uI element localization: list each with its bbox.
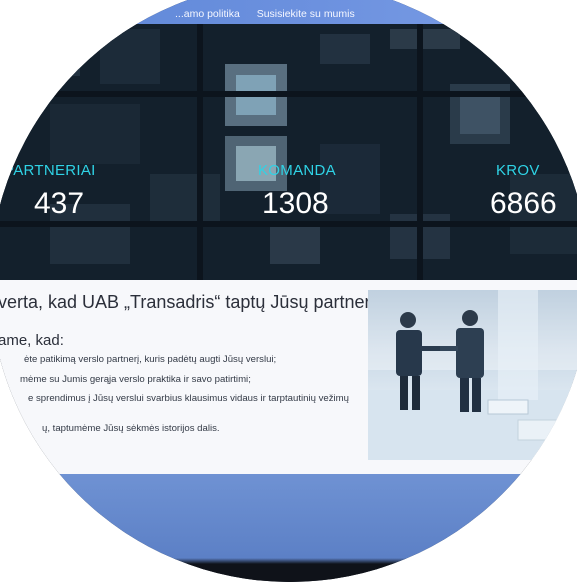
section-subhead: ame, kad: bbox=[0, 332, 64, 349]
nav-link-contact-us[interactable]: Susisiekite su mumis bbox=[257, 8, 355, 20]
stat-team-label: KOMANDA bbox=[258, 162, 336, 179]
stat-partners: PARTNERIAI 437 bbox=[4, 162, 96, 221]
benefit-line: ėte patikimą verslo partnerį, kuris padė… bbox=[24, 354, 277, 365]
city-aerial-image bbox=[0, 24, 577, 280]
stat-team-value: 1308 bbox=[262, 187, 329, 220]
nav-link-privacy-policy[interactable]: ...amo politika bbox=[175, 8, 240, 20]
stat-cargo-value: 6866 bbox=[490, 187, 557, 220]
section-headline: verta, kad UAB „Transadris“ taptų Jūsų p… bbox=[0, 292, 395, 312]
handshake-illustration bbox=[368, 290, 577, 460]
business-handshake-image bbox=[368, 290, 577, 460]
stat-cargo: KROV 6866 bbox=[490, 162, 557, 221]
bottom-blue-band bbox=[0, 474, 577, 582]
stat-team: KOMANDA 1308 bbox=[258, 162, 336, 221]
nav-links: ...amo politika Susisiekite su mumis bbox=[175, 8, 369, 20]
circular-crop: ...amo politika Susisiekite su mumis PAR… bbox=[0, 0, 577, 582]
benefit-line: e sprendimus į Jūsų verslui svarbius kla… bbox=[28, 393, 349, 404]
top-navbar: ...amo politika Susisiekite su mumis bbox=[0, 0, 577, 24]
city-aerial-background: PARTNERIAI 437 KOMANDA 1308 KROV 6866 bbox=[0, 24, 577, 280]
stat-partners-label: PARTNERIAI bbox=[4, 162, 96, 179]
why-partner-section: verta, kad UAB „Transadris“ taptų Jūsų p… bbox=[0, 280, 577, 474]
stat-cargo-label: KROV bbox=[496, 162, 540, 179]
benefit-line: mėme su Jumis gerąja verslo praktika ir … bbox=[20, 374, 251, 385]
stat-partners-value: 437 bbox=[34, 187, 85, 220]
benefit-line: ų, taptumėme Jūsų sėkmės istorijos dalis… bbox=[42, 423, 220, 434]
